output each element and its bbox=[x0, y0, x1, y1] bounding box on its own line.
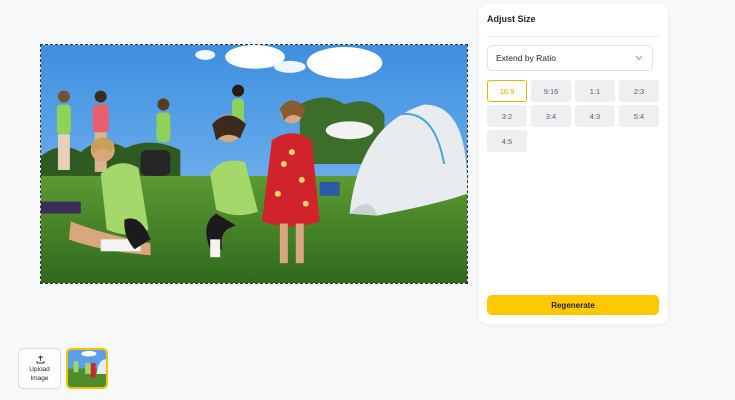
divider bbox=[487, 36, 660, 37]
ratio-option-2-3[interactable]: 2:3 bbox=[619, 80, 659, 102]
ratio-option-1-1[interactable]: 1:1 bbox=[575, 80, 615, 102]
adjust-size-panel: Adjust Size Extend by Ratio 16:9 9:16 1:… bbox=[479, 4, 668, 324]
canvas-image[interactable] bbox=[40, 44, 468, 284]
resize-mode-select[interactable]: Extend by Ratio bbox=[487, 45, 653, 71]
upload-image-label: Upload Image bbox=[29, 366, 50, 382]
image-thumbnail[interactable] bbox=[66, 348, 108, 389]
ratio-options: 16:9 9:16 1:1 2:3 3:2 3:4 4:3 5:4 4:5 bbox=[487, 80, 661, 152]
ratio-option-9-16[interactable]: 9:16 bbox=[531, 80, 571, 102]
ratio-option-16-9[interactable]: 16:9 bbox=[487, 80, 527, 102]
panel-title: Adjust Size bbox=[487, 14, 536, 24]
ratio-option-3-2[interactable]: 3:2 bbox=[487, 105, 527, 127]
upload-image-button[interactable]: Upload Image bbox=[18, 348, 61, 389]
ratio-option-5-4[interactable]: 5:4 bbox=[619, 105, 659, 127]
regenerate-button[interactable]: Regenerate bbox=[487, 295, 659, 315]
chevron-down-icon bbox=[635, 55, 643, 61]
soccer-team-photo bbox=[41, 45, 467, 283]
thumbnail-photo bbox=[68, 350, 106, 387]
ratio-option-4-5[interactable]: 4:5 bbox=[487, 130, 527, 152]
ratio-option-3-4[interactable]: 3:4 bbox=[531, 105, 571, 127]
ratio-option-4-3[interactable]: 4:3 bbox=[575, 105, 615, 127]
resize-mode-value: Extend by Ratio bbox=[496, 53, 557, 63]
upload-icon bbox=[36, 355, 45, 364]
